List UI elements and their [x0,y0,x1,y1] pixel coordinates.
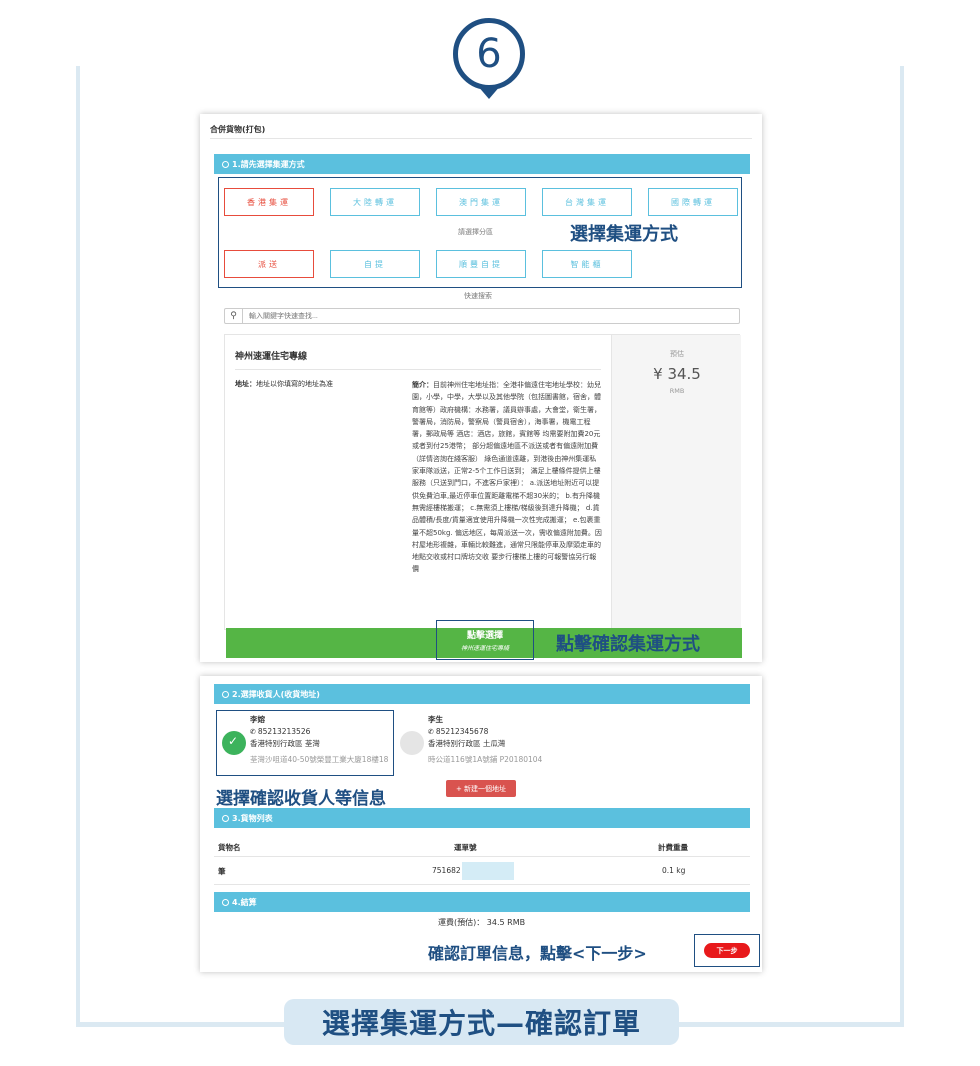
order-confirm-panel: 2.選擇收貨人(收貨地址) ✓ 李嫆 ✆ 85213213526 香港特別行政區 … [200,676,762,972]
callout-choose-method: 選擇集運方式 [570,224,678,245]
billing-weight: 0.1 kg [662,866,686,875]
divider [214,884,750,885]
step-marker: 6 [453,18,525,90]
callout-confirm-route: 點擊確認集運方式 [556,634,700,655]
col-header-weight: 計費重量 [658,843,688,852]
col-header-tracking: 運單號 [454,843,477,852]
select-button-label: 點擊選擇 [466,631,503,641]
region-label: 請選擇分區 [458,228,493,236]
check-icon: ✓ [228,734,239,748]
search-box: ⚲ [224,308,740,324]
circle-icon [222,898,229,906]
contact-phone: 85213213526 [257,727,311,736]
circle-icon [222,814,229,822]
next-step-button[interactable]: 下一步 [704,943,750,958]
contact-card-2[interactable]: 李生 ✆ 85212345678 香港特別行政區 土瓜灣 時公道116號1A號鋪 … [428,714,542,766]
caption-text: 選擇集運方式—確認訂單 [321,1007,641,1040]
phone-icon: ✆ [250,728,256,736]
section1-title: 1.請先選擇集運方式 [232,159,305,169]
step-marker-tail [477,85,501,99]
intro-label: 簡介： [412,381,433,389]
contact-name: 李生 [428,715,443,724]
price-unit: RMB [669,387,685,395]
intro-text: 目前神州住宅地址指：全港非偏遠住宅地址學校：幼兒園，小學，中學，大學以及其他學院… [412,381,602,574]
address-value: 地址以你填寫的地址為准 [256,380,333,388]
divider [210,138,752,139]
select-button-sub: 神州速運住宅專綫 [460,645,509,652]
option-mainland-transfer[interactable]: 大陸轉運 [330,188,420,216]
contact-name: 李嫆 [250,715,265,724]
phone-icon: ✆ [428,728,434,736]
address-label: 地址： [235,380,256,388]
section2-title: 2.選擇收貨人(收貨地址) [232,689,320,699]
selected-check-icon[interactable]: ✓ [222,731,246,755]
unselected-circle-icon[interactable] [400,731,424,755]
search-icon[interactable]: ⚲ [225,309,243,323]
quick-search-label: 快速搜索 [464,292,492,300]
option-smart-locker[interactable]: 智能櫃 [542,250,632,278]
divider [214,856,750,857]
contact-address: 荃灣沙咀道40-50號榮豐工業大廈18樓18 [250,755,389,764]
section4-title: 4.結算 [232,897,257,907]
caption-banner: 選擇集運方式—確認訂單 [284,999,679,1045]
tracking-number: 751682 [432,866,461,875]
option-self-pickup[interactable]: 自提 [330,250,420,278]
option-delivery[interactable]: 派送 [224,250,314,278]
option-taiwan-shipping[interactable]: 台灣集運 [542,188,632,216]
route-intro: 簡介：目前神州住宅地址指：全港非偏遠住宅地址學校：幼兒園，小學，中學，大學以及其… [412,379,602,576]
step-number: 6 [476,31,502,77]
route-card: 神州速運住宅專線 地址：地址以你填寫的地址為准 簡介：目前神州住宅地址指：全港非… [224,334,741,631]
search-input[interactable] [243,309,739,323]
option-sf-pickup[interactable]: 順豐自提 [436,250,526,278]
contact-region: 香港特別行政區 土瓜灣 [428,739,506,748]
goods-name: 筆 [218,867,226,876]
section1-bar: 1.請先選擇集運方式 [214,154,750,174]
select-route-button[interactable]: 點擊選擇 神州速運住宅專綫 [436,628,534,652]
option-hk-shipping[interactable]: 香港集運 [224,188,314,216]
frame-right-border [900,66,904,1026]
section2-bar: 2.選擇收貨人(收貨地址) [214,684,750,704]
circle-icon [222,690,229,698]
callout-consignee: 選擇確認收貨人等信息 [216,789,386,809]
col-header-name: 貨物名 [218,843,241,852]
new-address-button[interactable]: + 新建一個地址 [446,780,516,797]
consolidation-panel: 合併貨物(打包) 1.請先選擇集運方式 香港集運 大陸轉運 澳門集運 台灣集運 … [200,114,762,662]
option-macau-shipping[interactable]: 澳門集運 [436,188,526,216]
section3-bar: 3.貨物列表 [214,808,750,828]
price-value: ¥ 34.5 [653,365,701,383]
contact-phone: 85212345678 [435,727,489,736]
tracking-mask [462,862,514,880]
price-label: 預估 [670,350,684,358]
route-address: 地址：地址以你填寫的地址為准 [235,379,333,389]
panel-header: 合併貨物(打包) [210,125,266,134]
freight-estimate: 運費(預估)： 34.5 RMB [438,918,526,927]
divider [235,369,601,370]
section4-bar: 4.結算 [214,892,750,912]
route-price-box: 預估 ¥ 34.5 RMB [611,335,741,631]
frame-left-border [76,66,80,1026]
contact-address: 時公道116號1A號鋪 P20180104 [428,755,543,764]
callout-next: 確認訂單信息，點擊<下一步> [428,944,647,963]
contact-region: 香港特別行政區 荃灣 [250,739,320,748]
circle-icon [222,160,229,168]
section3-title: 3.貨物列表 [232,813,273,823]
option-international-transfer[interactable]: 國際轉運 [648,188,738,216]
contact-card-1[interactable]: 李嫆 ✆ 85213213526 香港特別行政區 荃灣 荃灣沙咀道40-50號榮豐… [250,714,390,766]
route-name: 神州速運住宅專線 [235,352,308,362]
